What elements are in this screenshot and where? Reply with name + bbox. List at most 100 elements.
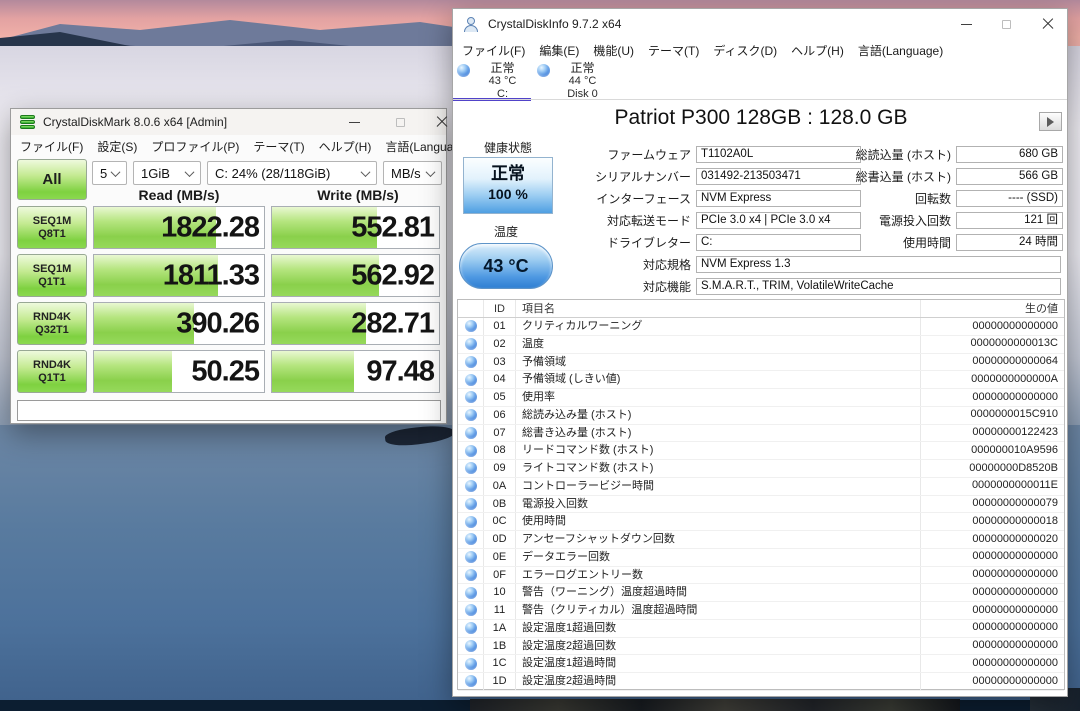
attribute-raw-value: 0000000000013C — [921, 335, 1064, 353]
cdm-titlebar[interactable]: CrystalDiskMark 8.0.6 x64 [Admin] — [11, 109, 446, 135]
field-value: 24 時間 — [956, 234, 1063, 251]
cdm-test-button[interactable]: SEQ1M Q1T1 — [17, 254, 87, 297]
cdm-run-count-select[interactable]: 5 — [92, 161, 127, 185]
status-cell — [458, 354, 484, 371]
attribute-name: 設定温度1超過回数 — [516, 620, 921, 637]
attribute-name: 警告（ワーニング）温度超過時間 — [516, 584, 921, 601]
cdi-menu-item[interactable]: ディスク(D) — [706, 42, 784, 59]
cdm-write-cell[interactable]: 562.92 — [271, 254, 440, 297]
cdm-results: SEQ1M Q8T1 1822.28 552.81 SEQ1M — [17, 206, 445, 398]
cdm-test-button[interactable]: RND4K Q1T1 — [17, 350, 87, 393]
attribute-name: ライトコマンド数 (ホスト) — [516, 460, 921, 477]
field-label: 電源投入回数 — [453, 212, 956, 229]
test-name: SEQ1M — [33, 215, 72, 228]
run-count-value: 5 — [100, 166, 107, 181]
read-value: 1822.28 — [161, 211, 259, 244]
attribute-raw-value: 00000000000000 — [921, 548, 1064, 566]
status-cell — [458, 478, 484, 495]
status-cell — [458, 638, 484, 655]
cdi-titlebar[interactable]: CrystalDiskInfo 9.7.2 x64 — [453, 9, 1067, 39]
cdm-read-cell[interactable]: 50.25 — [93, 350, 265, 393]
status-cell — [458, 602, 484, 619]
cdi-menu-item[interactable]: ヘルプ(H) — [784, 42, 851, 59]
health-orb-icon — [465, 338, 477, 350]
cdi-next-disk-button[interactable] — [1039, 112, 1062, 131]
cdm-comment-input[interactable] — [17, 400, 441, 421]
drive-temp: 44 °C — [552, 75, 613, 88]
attribute-id: 06 — [484, 407, 516, 424]
attribute-raw-value: 00000000000000 — [921, 637, 1064, 655]
cdm-write-cell[interactable]: 97.48 — [271, 350, 440, 393]
attribute-raw-value: 00000000000000 — [921, 389, 1064, 407]
cdi-close-button[interactable] — [1031, 9, 1065, 39]
cdm-menu-item[interactable]: テーマ(T) — [246, 138, 311, 155]
cdm-read-cell[interactable]: 1811.33 — [93, 254, 265, 297]
cdm-read-cell[interactable]: 390.26 — [93, 302, 265, 345]
cdm-minimize-button[interactable] — [337, 109, 371, 135]
status-cell — [458, 549, 484, 566]
cdi-menu-item[interactable]: 言語(Language) — [851, 42, 950, 59]
target-drive-value: C: 24% (28/118GiB) — [215, 166, 330, 181]
smart-table-row: 0D アンセーフシャットダウン回数 00000000000020 — [458, 531, 1064, 549]
attribute-name: 温度 — [516, 336, 921, 353]
read-value: 390.26 — [176, 307, 259, 340]
smart-table-row: 03 予備領域 00000000000064 — [458, 354, 1064, 372]
cdm-all-button[interactable]: All — [17, 159, 87, 200]
cdm-test-button[interactable]: RND4K Q32T1 — [17, 302, 87, 345]
attribute-raw-value: 00000000000000 — [921, 584, 1064, 602]
cdm-menu-item[interactable]: プロファイル(P) — [144, 138, 246, 155]
field-row: 電源投入回数 121 回 — [453, 209, 1066, 231]
cdm-result-row: SEQ1M Q8T1 1822.28 552.81 — [17, 206, 445, 249]
cdm-menu-item[interactable]: ヘルプ(H) — [312, 138, 379, 155]
smart-attribute-table: ID 項目名 生の値 01 クリティカルワーニング 00000000000000 — [457, 299, 1065, 690]
health-orb-icon — [465, 675, 477, 687]
cdi-drive-tab[interactable]: 正常 44 °C Disk 0 — [533, 62, 613, 101]
cdi-menu-item[interactable]: 編集(E) — [532, 42, 586, 59]
smart-table-row: 0B 電源投入回数 00000000000079 — [458, 496, 1064, 514]
cdi-fields-right: 総読込量 (ホスト) 680 GB 総書込量 (ホスト) 566 GB 回転数 … — [453, 143, 1066, 253]
cdi-minimize-button[interactable] — [949, 9, 983, 39]
unit-value: MB/s — [391, 166, 421, 181]
cdm-test-size-select[interactable]: 1GiB — [133, 161, 201, 185]
cdi-menu-item[interactable]: テーマ(T) — [641, 42, 706, 59]
smart-table-row: 02 温度 0000000000013C — [458, 336, 1064, 354]
attribute-name: 設定温度2超過回数 — [516, 638, 921, 655]
attribute-id: 0E — [484, 549, 516, 566]
cdm-menu-item[interactable]: ファイル(F) — [13, 138, 90, 155]
attribute-id: 03 — [484, 354, 516, 371]
cdm-maximize-button[interactable] — [383, 109, 417, 135]
field-row: 回転数 ---- (SSD) — [453, 187, 1066, 209]
smart-table-row: 11 警告（クリティカル）温度超過時間 00000000000000 — [458, 602, 1064, 620]
cdm-menu-item[interactable]: 設定(S) — [90, 138, 144, 155]
field-value: NVM Express 1.3 — [696, 256, 1061, 273]
status-cell — [458, 513, 484, 530]
cdm-write-cell[interactable]: 552.81 — [271, 206, 440, 249]
cdi-menu-item[interactable]: 機能(U) — [586, 42, 641, 59]
health-orb-icon — [465, 480, 477, 492]
attribute-name: コントローラービジー時間 — [516, 478, 921, 495]
drive-tab-text: 正常 43 °C C: — [472, 62, 533, 101]
cdi-maximize-button[interactable] — [989, 9, 1023, 39]
cdm-menubar: ファイル(F)設定(S)プロファイル(P)テーマ(T)ヘルプ(H)言語(Lang… — [13, 136, 478, 157]
smart-table-row: 01 クリティカルワーニング 00000000000000 — [458, 318, 1064, 336]
attribute-name: 設定温度1超過時間 — [516, 655, 921, 672]
cdm-target-drive-select[interactable]: C: 24% (28/118GiB) — [207, 161, 377, 185]
cdm-read-cell[interactable]: 1822.28 — [93, 206, 265, 249]
cdm-unit-select[interactable]: MB/s — [383, 161, 442, 185]
attribute-raw-value: 00000000000000 — [921, 655, 1064, 673]
test-name: RND4K — [33, 311, 71, 324]
health-orb-icon — [465, 356, 477, 368]
cdi-app-icon — [463, 16, 479, 32]
crystaldiskinfo-window: CrystalDiskInfo 9.7.2 x64 ファイル(F)編集(E)機能… — [452, 8, 1068, 697]
smart-rows: 01 クリティカルワーニング 00000000000000 02 温度 0000… — [458, 318, 1064, 691]
read-value: 50.25 — [191, 355, 259, 388]
field-value: 566 GB — [956, 168, 1063, 185]
cdm-test-button[interactable]: SEQ1M Q8T1 — [17, 206, 87, 249]
cdm-write-cell[interactable]: 282.71 — [271, 302, 440, 345]
field-row: 対応機能 S.M.A.R.T., TRIM, VolatileWriteCach… — [453, 275, 1066, 297]
id-column-header: ID — [484, 300, 516, 317]
smart-table-row: 0E データエラー回数 00000000000000 — [458, 549, 1064, 567]
cdi-menu-item[interactable]: ファイル(F) — [455, 42, 532, 59]
drive-status: 正常 — [552, 62, 613, 75]
cdi-drive-tab[interactable]: 正常 43 °C C: — [453, 62, 533, 101]
